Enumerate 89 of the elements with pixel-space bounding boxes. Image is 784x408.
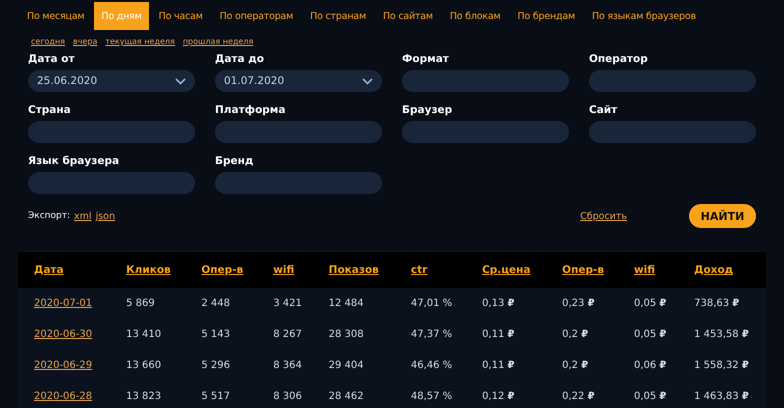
- table-cell-text: 48,57 %: [410, 390, 454, 404]
- table-cell-text: 13 410: [125, 328, 162, 342]
- chevron-down-icon: [362, 78, 373, 84]
- table-cell: 738,63 ₽: [678, 288, 766, 319]
- export-link[interactable]: json: [96, 210, 115, 222]
- table-cell-text: 0,22 ₽: [561, 390, 596, 404]
- table-cell-text: 46,46 %: [410, 359, 454, 373]
- column-header[interactable]: Опер-в: [185, 252, 258, 288]
- table-cell: 3 421: [257, 288, 313, 319]
- table-cell: 0,05 ₽: [618, 288, 678, 319]
- table-cell-text: 0,05 ₽: [632, 328, 668, 342]
- table-cell: 0,23 ₽: [546, 288, 618, 319]
- tab[interactable]: По операторам: [212, 2, 300, 30]
- search-button[interactable]: НАЙТИ: [689, 204, 756, 228]
- column-header[interactable]: Опер-в: [546, 252, 618, 288]
- table-cell-text: 29 404: [328, 359, 365, 373]
- field-label: Бренд: [215, 155, 254, 167]
- preset-link[interactable]: прошлая неделя: [182, 37, 254, 46]
- table-cell-text: 0,05 ₽: [632, 390, 668, 404]
- tab[interactable]: По часам: [152, 2, 210, 30]
- reset-link[interactable]: Сбросить: [580, 210, 627, 222]
- input-field[interactable]: [402, 70, 569, 92]
- export-link[interactable]: xml: [74, 210, 92, 222]
- date-link[interactable]: 2020-06-29: [34, 360, 92, 371]
- preset-link[interactable]: вчера: [73, 37, 98, 46]
- table-cell-text: 13 823: [125, 390, 162, 404]
- table-cell-text: 5 517: [200, 390, 232, 404]
- column-header[interactable]: Ср.цена: [466, 252, 546, 288]
- field-label: Сайт: [589, 104, 618, 116]
- preset-link[interactable]: текущая неделя: [105, 37, 175, 46]
- date-link[interactable]: 2020-07-01: [34, 298, 92, 309]
- field-label: Дата от: [28, 53, 76, 65]
- date-link[interactable]: 2020-06-30: [34, 329, 92, 340]
- input-field[interactable]: [589, 121, 756, 143]
- column-header[interactable]: wifi: [257, 252, 313, 288]
- date-select[interactable]: 01.07.2020: [215, 70, 382, 92]
- table-cell-text: 0,06 ₽: [632, 359, 668, 373]
- input-field[interactable]: [28, 121, 195, 143]
- table-cell-text: 5 296: [200, 359, 232, 373]
- input-field[interactable]: [402, 121, 569, 143]
- tab[interactable]: По блокам: [442, 2, 508, 30]
- field-label: Платформа: [215, 104, 286, 116]
- table-cell: 47,01 %: [394, 288, 466, 319]
- table-cell: 2 448: [185, 288, 258, 319]
- table-cell-text: 0,11 ₽: [481, 328, 516, 342]
- column-header[interactable]: Показов: [312, 252, 395, 288]
- table-cell-text: 5 143: [200, 328, 232, 342]
- table-cell-text: 28 462: [328, 390, 365, 404]
- table-cell-text: 0,2 ₽: [561, 328, 590, 342]
- table-cell: 12 484: [312, 288, 395, 319]
- tab[interactable]: По сайтам: [376, 2, 440, 30]
- tab[interactable]: По брендам: [510, 2, 582, 30]
- tab[interactable]: По месяцам: [20, 2, 92, 30]
- table-cell-text: 1 463,83 ₽: [693, 390, 750, 404]
- table-cell-text: 13 660: [125, 359, 162, 373]
- table-cell: 0,13 ₽: [466, 288, 546, 319]
- field-label: Язык браузера: [28, 155, 120, 167]
- table-cell: 5 869: [110, 288, 186, 319]
- table-cell-text: 0,11 ₽: [481, 359, 516, 373]
- date-link[interactable]: 2020-06-28: [34, 391, 92, 402]
- table-cell-text: 0,12 ₽: [481, 390, 516, 404]
- field-label: Оператор: [589, 53, 649, 65]
- table-cell-text: 8 306: [272, 390, 303, 404]
- input-field[interactable]: [215, 172, 382, 194]
- chevron-down-icon: [175, 78, 186, 84]
- preset-link[interactable]: сегодня: [31, 37, 65, 46]
- table-cell-text: 8 267: [272, 328, 303, 342]
- column-header[interactable]: wifi: [618, 252, 678, 288]
- column-header[interactable]: Доход: [678, 252, 766, 288]
- field-label: Браузер: [402, 104, 454, 116]
- tab[interactable]: По странам: [303, 2, 373, 30]
- input-field[interactable]: [589, 70, 756, 92]
- tab[interactable]: По языкам браузеров: [585, 2, 703, 30]
- table-cell-text: 1 453,58 ₽: [693, 328, 750, 342]
- table-cell-text: 8 364: [272, 359, 303, 373]
- column-header[interactable]: Дата: [18, 252, 110, 288]
- column-header[interactable]: ctr: [394, 252, 466, 288]
- table-cell-text: 1 558,32 ₽: [693, 359, 750, 373]
- field-label: Дата до: [215, 53, 265, 65]
- column-header[interactable]: Кликов: [110, 252, 186, 288]
- input-field[interactable]: [28, 172, 195, 194]
- export-label: Экспорт:: [28, 211, 70, 221]
- table-cell-text: 47,37 %: [410, 328, 454, 342]
- field-label: Страна: [28, 104, 72, 116]
- field-label: Формат: [402, 53, 450, 65]
- table-cell-text: 28 308: [328, 328, 365, 342]
- table-cell-text: 0,2 ₽: [561, 359, 590, 373]
- input-field[interactable]: [215, 121, 382, 143]
- date-select[interactable]: 25.06.2020: [28, 70, 195, 92]
